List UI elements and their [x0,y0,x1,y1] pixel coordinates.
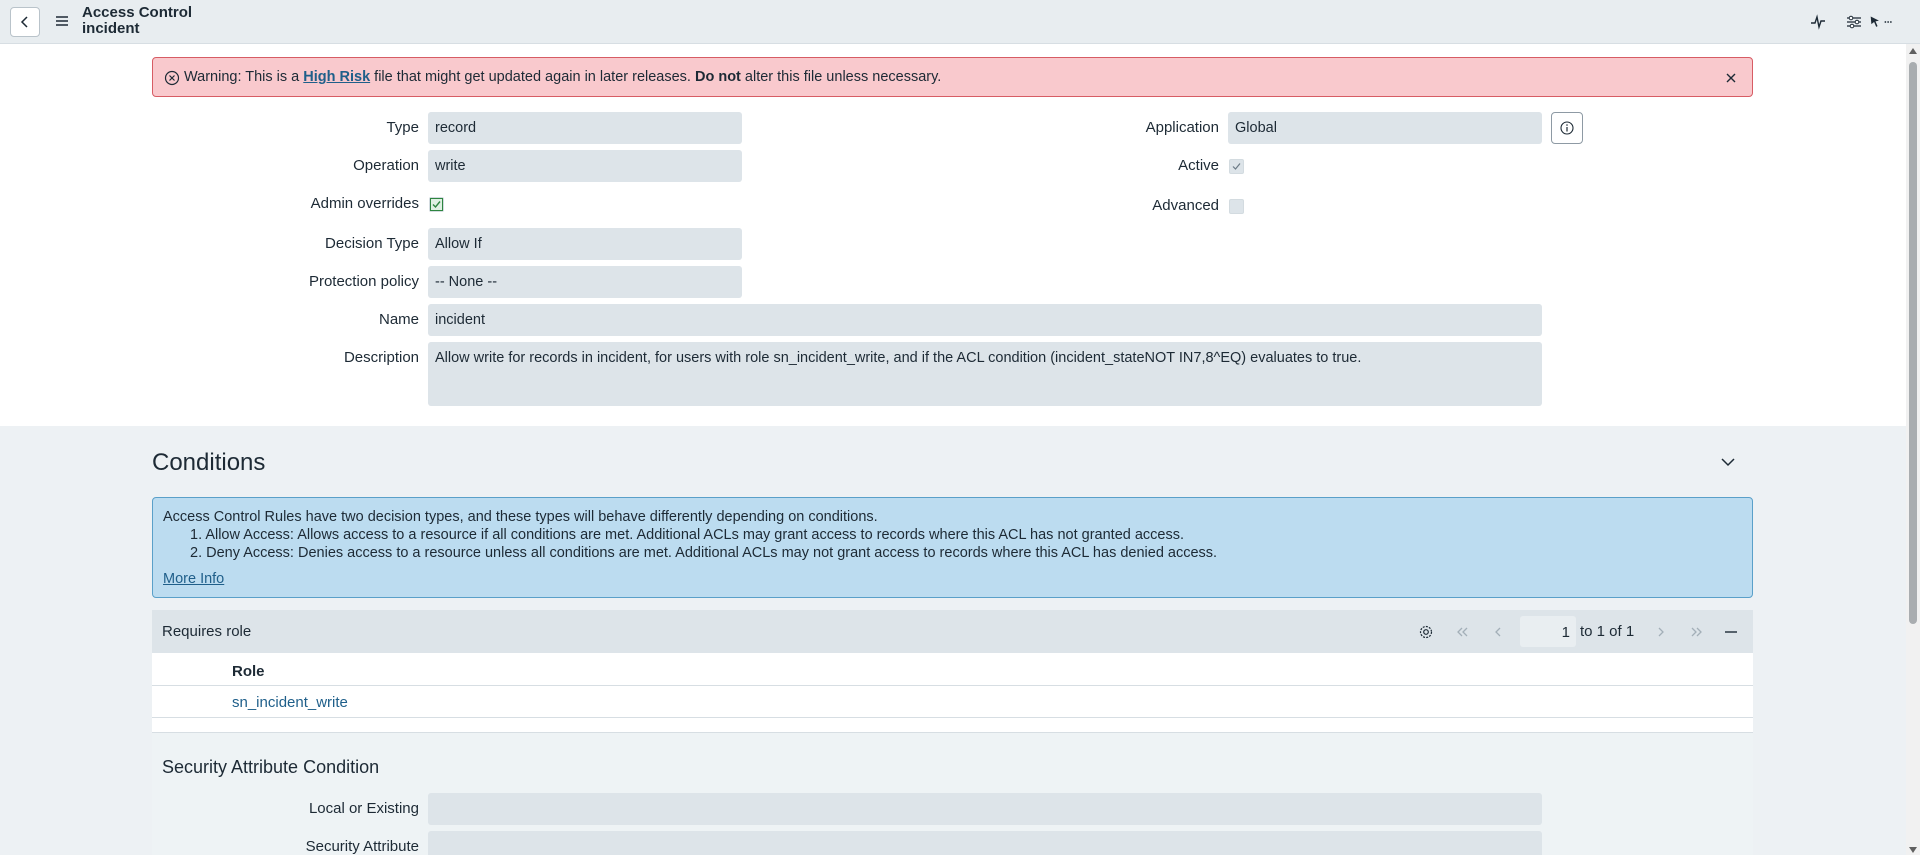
name-label: Name [378,311,419,328]
high-risk-warning: Warning: This is a High Risk file that m… [152,57,1753,97]
collapse-list-button[interactable] [1722,623,1740,641]
info-item-deny: 2. Deny Access: Denies access to a resou… [190,545,1218,561]
operation-label: Operation [353,157,419,174]
local-or-existing-label: Local or Existing [308,800,419,817]
table-divider [152,685,1753,686]
warning-bold: Do not [694,69,741,85]
sliders-icon [1847,15,1861,29]
chevron-right-icon [1658,627,1664,637]
scroll-up-arrow-icon[interactable] [1909,48,1917,54]
application-info-button[interactable] [1551,112,1583,144]
page-number-input[interactable]: 1 [1520,616,1576,647]
admin-overrides-label: Admin overrides [310,195,419,212]
first-page-button[interactable] [1453,623,1471,641]
chevron-down-icon[interactable] [1718,452,1738,472]
security-attribute-field[interactable] [428,831,1542,855]
back-icon [20,16,28,28]
double-chevron-right-icon [1691,627,1702,637]
page-range-text: to 1 of 1 [1580,623,1635,640]
close-icon[interactable] [1723,70,1739,86]
acl-info-box: Access Control Rules have two decision t… [152,497,1753,598]
active-label: Active [1178,157,1219,174]
security-attribute-section: Security Attribute Condition Local or Ex… [152,733,1753,855]
requires-role-bar: Requires role 1 to 1 of 1 [152,610,1753,653]
warning-text: Warning: This is a High Risk file that m… [184,69,941,85]
operation-field[interactable]: write [428,150,742,182]
related-list-title: Requires role [162,623,252,640]
page-title-line1: Access Control [82,4,193,21]
warning-prefix: Warning: This is a [184,69,304,85]
requires-role-table: Role sn_incident_write [152,653,1753,732]
pointer-icon [1870,16,1879,27]
info-icon [1560,121,1574,135]
high-risk-link[interactable]: High Risk [303,69,370,85]
info-item-allow: 1. Allow Access: Allows access to a reso… [190,527,1185,543]
type-field[interactable]: record [428,112,742,144]
description-field[interactable]: Allow write for records in incident, for… [428,342,1542,406]
app-header: Access Control incident [0,0,1920,44]
info-intro: Access Control Rules have two decision t… [163,509,878,525]
double-chevron-left-icon [1457,627,1468,637]
checkmark-icon [430,198,443,211]
chevron-left-icon [1495,627,1501,637]
more-actions-button[interactable] [1870,11,1892,33]
protection-policy-field[interactable]: -- None -- [428,266,742,298]
protection-policy-label: Protection policy [308,273,419,290]
page-title: Access Control incident [82,5,192,37]
warning-suffix: alter this file unless necessary. [740,69,942,85]
error-circle-icon [164,70,180,86]
activity-button[interactable] [1807,11,1829,33]
table-divider [152,717,1753,718]
minus-icon [1725,631,1737,633]
security-attribute-label: Security Attribute [305,838,419,855]
previous-page-button[interactable] [1489,623,1507,641]
type-label: Type [386,119,419,136]
active-checkbox[interactable] [1229,159,1244,174]
activity-icon [1811,14,1825,30]
admin-overrides-checkbox[interactable] [429,197,444,212]
more-icon [1884,21,1892,23]
menu-icon[interactable] [54,13,70,29]
checkmark-icon [1232,163,1241,170]
settings-button[interactable] [1843,11,1865,33]
decision-type-field[interactable]: Allow If [428,228,742,260]
application-label: Application [1145,119,1219,136]
role-column-header[interactable]: Role [232,663,265,680]
list-settings-button[interactable] [1417,623,1435,641]
gear-icon [1419,625,1433,639]
warning-middle: file that might get updated again in lat… [370,69,695,85]
advanced-label: Advanced [1152,197,1219,214]
next-page-button[interactable] [1652,623,1670,641]
local-or-existing-field[interactable] [428,793,1542,825]
more-info-link[interactable]: More Info [163,570,224,588]
page-title-line2: incident [82,20,140,37]
decision-type-label: Decision Type [325,235,419,252]
scroll-down-arrow-icon[interactable] [1909,847,1917,853]
vertical-scrollbar[interactable] [1906,44,1920,855]
table-row[interactable]: sn_incident_write [232,694,348,711]
conditions-heading: Conditions [152,449,266,476]
back-button[interactable] [10,7,40,37]
acl-form: Warning: This is a High Risk file that m… [0,44,1906,426]
advanced-checkbox[interactable] [1229,199,1244,214]
name-field[interactable]: incident [428,304,1542,336]
description-label: Description [343,349,419,366]
security-attribute-heading: Security Attribute Condition [162,757,380,777]
application-field[interactable]: Global [1228,112,1542,144]
scrollbar-thumb[interactable] [1909,62,1917,624]
last-page-button[interactable] [1688,623,1706,641]
